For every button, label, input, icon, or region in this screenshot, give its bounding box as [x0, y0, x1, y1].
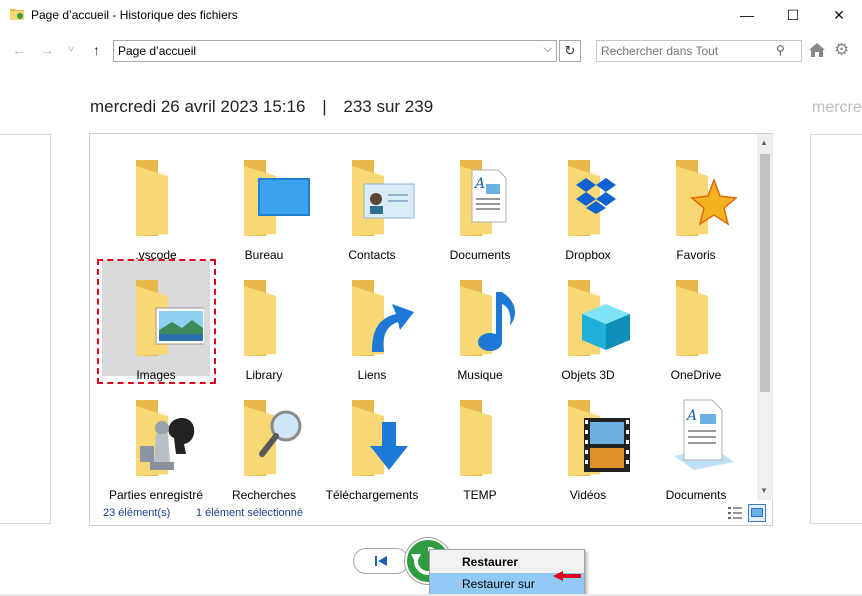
item-label: Vidéos: [569, 488, 607, 502]
desktop-folder-icon: [244, 160, 310, 236]
folder-icon: [136, 160, 168, 236]
list-item[interactable]: .vscode: [102, 140, 210, 262]
forward-arrow-icon[interactable]: →: [40, 42, 54, 58]
scroll-up-icon[interactable]: ▲: [760, 138, 768, 147]
backup-date: mercredi 26 avril 2023 15:16: [90, 97, 306, 116]
previous-version-button[interactable]: [353, 548, 409, 574]
title-bar: Page d’accueil - Historique des fichiers…: [0, 0, 862, 30]
status-bar: 23 élément(s) 1 élément sélectionné: [90, 502, 772, 526]
list-item[interactable]: Vidéos: [534, 380, 642, 502]
list-item[interactable]: Recherches: [210, 380, 318, 502]
close-button[interactable]: ✕: [816, 0, 862, 30]
searches-folder-icon: [244, 400, 302, 476]
search-icon[interactable]: ⚲: [776, 43, 785, 57]
recent-locations-chevron-icon[interactable]: ˅: [68, 44, 74, 56]
selection-highlight: [97, 259, 216, 384]
home-icon[interactable]: [808, 41, 826, 59]
gear-icon[interactable]: ⚙: [834, 40, 849, 60]
list-item[interactable]: Contacts: [318, 140, 426, 262]
svg-text:A: A: [685, 408, 697, 424]
list-item[interactable]: Dropbox: [534, 140, 642, 262]
contacts-folder-icon: [352, 160, 415, 236]
folder-icon: [460, 400, 492, 476]
item-label: Téléchargements: [325, 488, 419, 502]
up-arrow-icon[interactable]: ↑: [93, 42, 100, 58]
heading-separator: |: [322, 97, 327, 116]
scroll-down-icon[interactable]: ▼: [760, 486, 768, 495]
list-item[interactable]: Liens: [318, 260, 426, 382]
maximize-button[interactable]: ☐: [770, 0, 816, 30]
dropbox-folder-icon: [568, 160, 616, 236]
music-folder-icon: [460, 280, 516, 356]
svg-text:A: A: [473, 176, 485, 192]
refresh-icon[interactable]: ↻: [559, 40, 581, 62]
list-item[interactable]: A Documents: [642, 380, 750, 502]
backup-date-heading: mercredi 26 avril 2023 15:16 | 233 sur 2…: [90, 97, 433, 117]
search-input[interactable]: [596, 40, 802, 62]
navigation-bar: ← → ˅ ↑ Page d’accueil ⌵ ↻ ⚲ ⚙: [0, 38, 862, 66]
item-label: Recherches: [231, 488, 297, 502]
list-item[interactable]: Objets 3D: [534, 260, 642, 382]
list-item[interactable]: Musique: [426, 260, 534, 382]
list-item[interactable]: Téléchargements: [318, 380, 426, 502]
details-view-icon[interactable]: [727, 506, 743, 520]
item-label: TEMP: [463, 488, 497, 502]
window-title: Page d’accueil - Historique des fichiers: [31, 8, 238, 22]
backup-position: 233 sur 239: [343, 97, 434, 116]
address-text: Page d’accueil: [118, 44, 197, 58]
selection-count: 1 élément sélectionné: [196, 507, 304, 519]
list-item[interactable]: TEMP: [426, 380, 534, 502]
list-item[interactable]: A Documents: [426, 140, 534, 262]
favorites-folder-icon: [676, 160, 738, 236]
file-history-window: Page d’accueil - Historique des fichiers…: [0, 0, 862, 596]
previous-version-panel[interactable]: [0, 134, 51, 524]
pointer-arrow-annotation: [553, 571, 581, 581]
3d-objects-folder-icon: [568, 280, 630, 356]
document-file-icon: A: [674, 399, 734, 470]
list-item[interactable]: Favoris: [642, 140, 750, 262]
minimize-button[interactable]: —: [724, 0, 770, 30]
address-bar[interactable]: Page d’accueil ⌵: [113, 40, 557, 62]
next-version-panel[interactable]: [810, 134, 862, 524]
item-count: 23 élément(s): [103, 507, 171, 519]
address-dropdown-icon[interactable]: ⌵: [544, 43, 552, 56]
folder-icon: [244, 280, 276, 356]
saved-games-folder-icon: [136, 400, 195, 476]
vertical-scrollbar[interactable]: ▲ ▼: [757, 134, 773, 500]
skip-previous-icon: [375, 556, 387, 566]
menu-item-restore[interactable]: Restaurer: [430, 551, 584, 573]
videos-folder-icon: [568, 400, 630, 476]
scroll-thumb[interactable]: [760, 154, 770, 392]
list-item[interactable]: Parties enregistré: [102, 380, 210, 502]
links-folder-icon: [352, 280, 414, 356]
next-version-heading[interactable]: mercre: [812, 99, 862, 117]
list-item[interactable]: Bureau: [210, 140, 318, 262]
documents-folder-icon: A: [460, 160, 507, 236]
folder-icon: [676, 280, 708, 356]
item-label: Documents: [665, 488, 727, 502]
list-item[interactable]: Library: [210, 260, 318, 382]
file-history-icon: [10, 9, 24, 20]
downloads-folder-icon: [352, 400, 408, 476]
list-item[interactable]: OneDrive: [642, 260, 750, 382]
back-arrow-icon[interactable]: ←: [12, 42, 26, 58]
item-label: Parties enregistré: [108, 488, 204, 502]
large-icons-view-icon[interactable]: [748, 504, 766, 522]
